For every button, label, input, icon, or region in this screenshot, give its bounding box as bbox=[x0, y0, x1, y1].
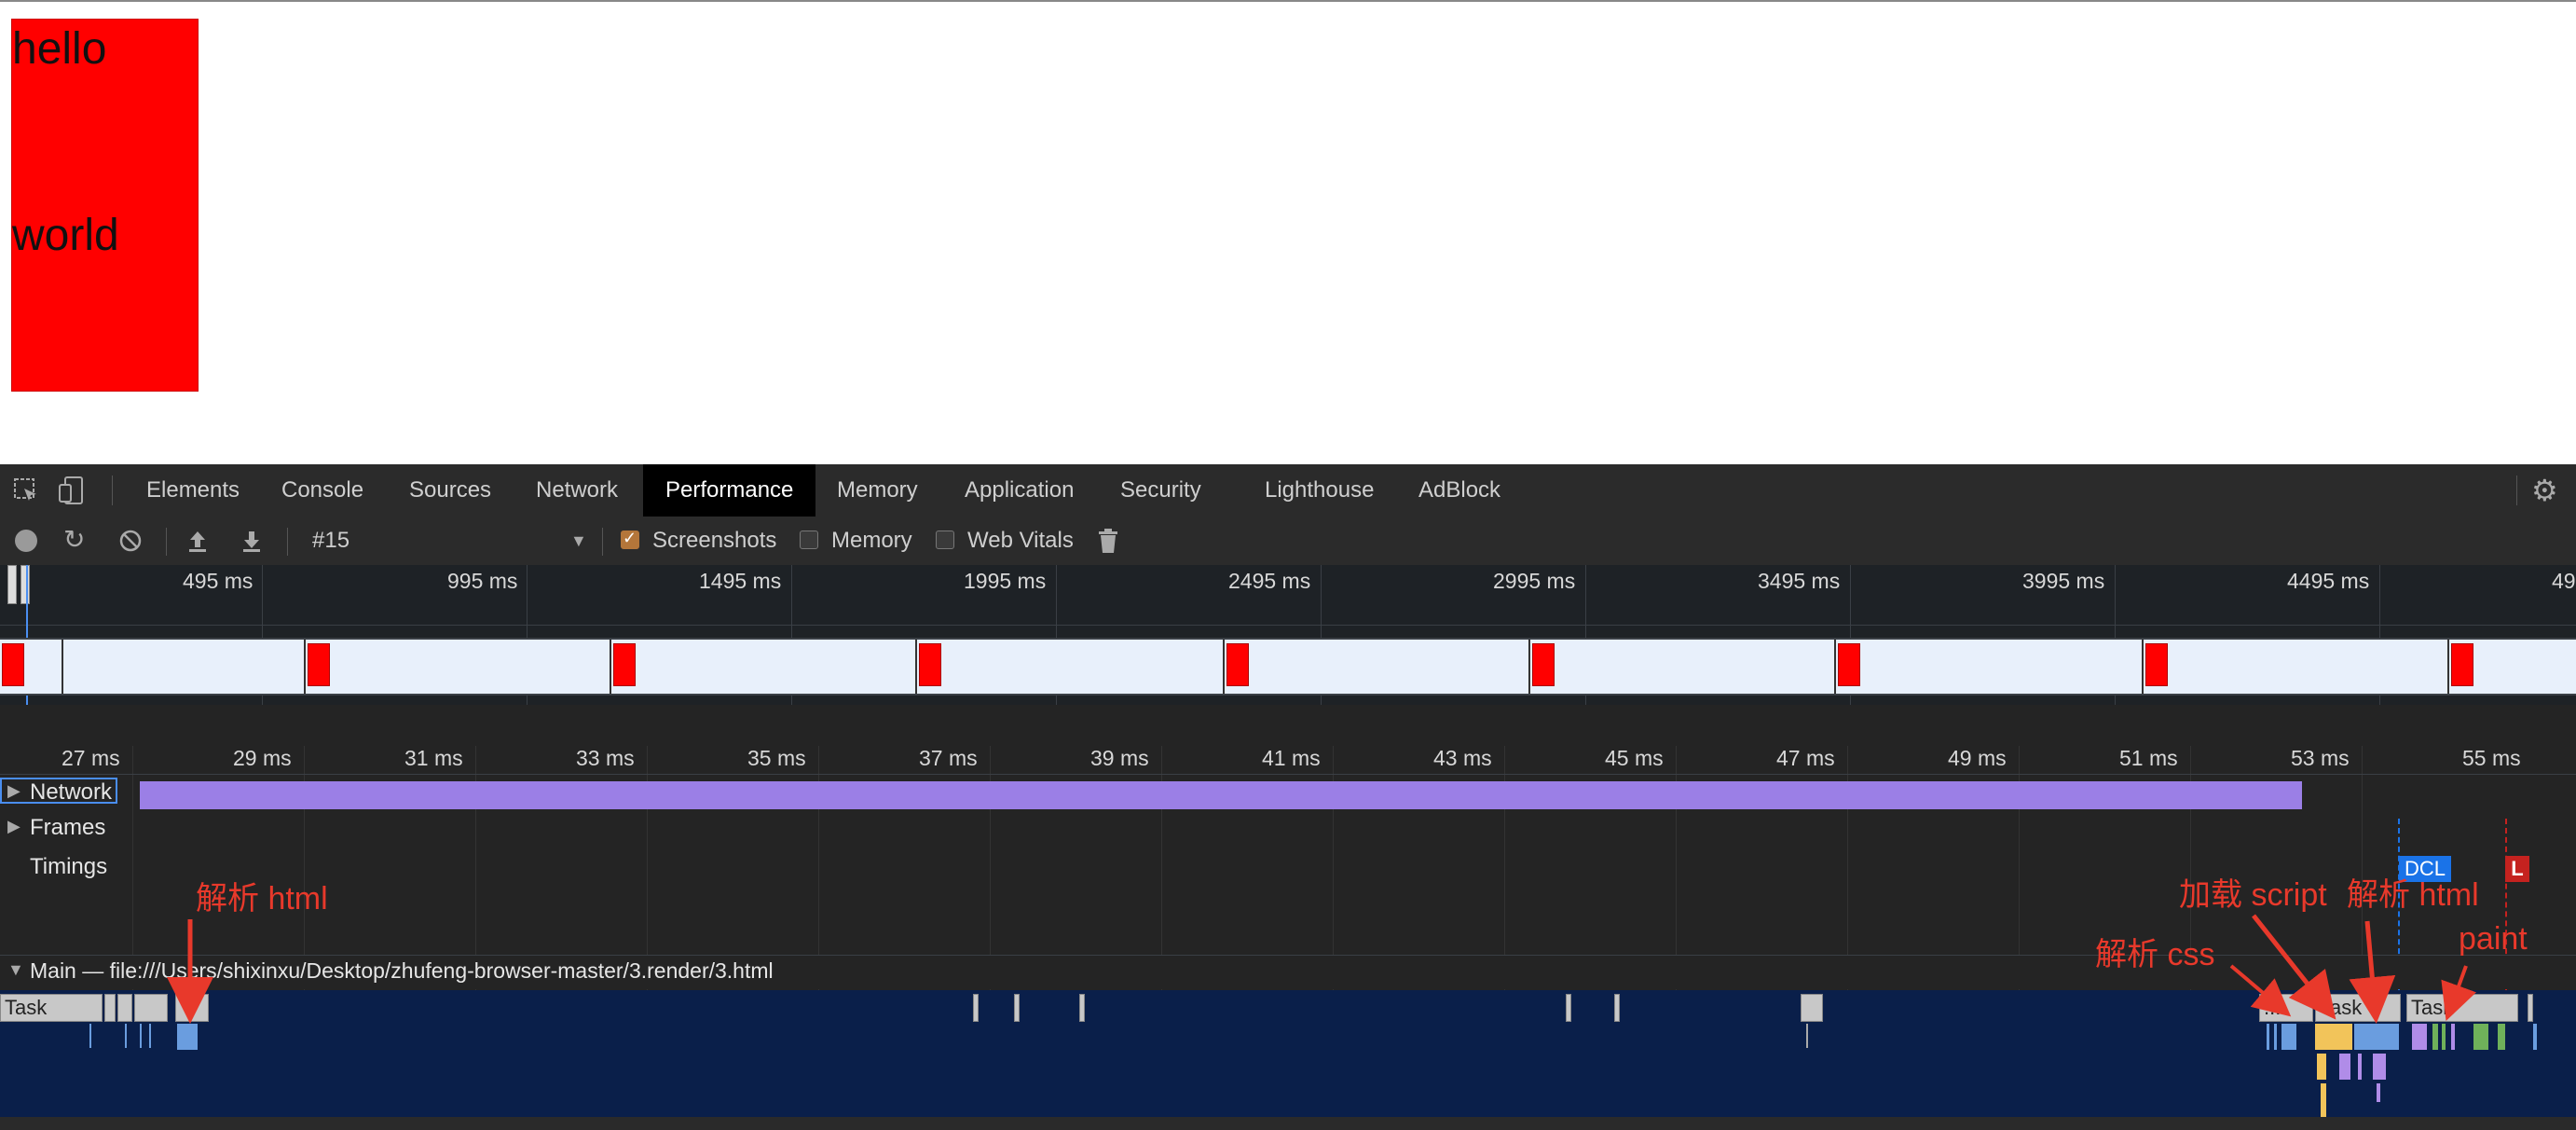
annotation-arrows bbox=[167, 914, 2476, 1024]
